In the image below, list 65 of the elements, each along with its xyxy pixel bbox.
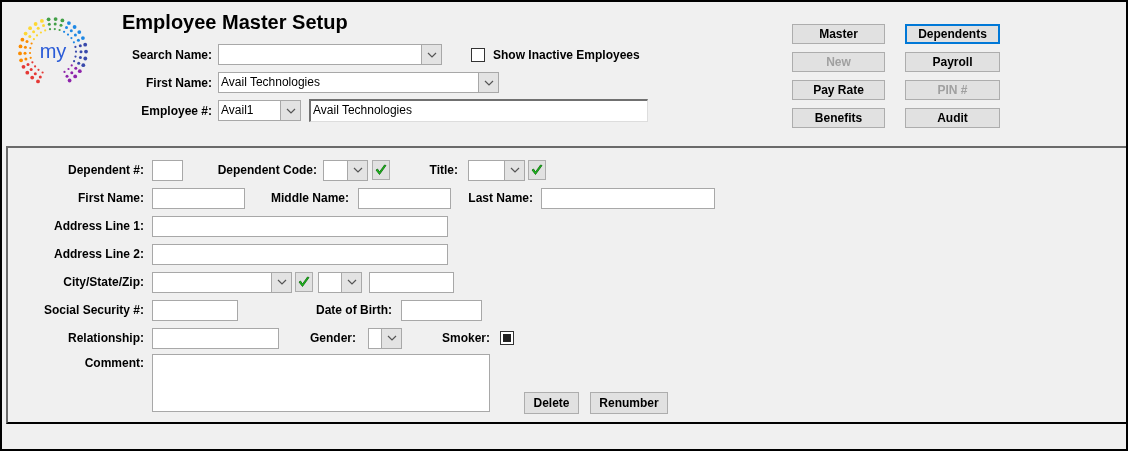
text-field[interactable] <box>401 299 482 321</box>
field-label: Relationship: <box>67 330 145 347</box>
field-label: Comment: <box>83 355 145 372</box>
check-button[interactable] <box>528 160 546 180</box>
field-label: Social Security #: <box>42 302 145 319</box>
action-button[interactable]: Renumber <box>590 392 668 414</box>
employee-combo-box[interactable]: Avail1 <box>218 100 301 121</box>
text-field[interactable] <box>152 215 448 237</box>
check-button[interactable] <box>372 160 390 180</box>
combo-box[interactable] <box>323 159 368 181</box>
checkmark-icon <box>531 164 543 176</box>
chevron-down-icon <box>276 279 287 285</box>
text-field[interactable] <box>369 271 454 293</box>
checkbox-label: Show Inactive Employees <box>493 46 640 64</box>
chevron-down-icon <box>352 167 363 173</box>
checkmark-icon <box>298 276 310 288</box>
combo-box[interactable] <box>468 159 525 181</box>
text-field[interactable] <box>152 187 245 209</box>
text-field[interactable] <box>541 187 715 209</box>
chevron-down-icon <box>483 79 494 86</box>
field-label: Smoker: <box>440 330 491 347</box>
nav-button[interactable]: Pay Rate <box>792 80 885 100</box>
text-field[interactable] <box>152 299 238 321</box>
nav-button[interactable]: Dependents <box>905 24 1000 44</box>
search-combo-box[interactable] <box>218 44 442 65</box>
field-label: Employee #: <box>140 102 213 120</box>
chevron-down-icon <box>426 51 437 58</box>
checkmark-icon <box>375 164 387 176</box>
logo: my <box>14 12 92 92</box>
field-label: First Name: <box>144 74 213 92</box>
field-label: Last Name: <box>467 190 534 207</box>
field-label: Address Line 1: <box>52 218 145 235</box>
field-label: Dependent #: <box>67 162 145 179</box>
field-label: Dependent Code: <box>216 162 318 179</box>
field-label: Middle Name: <box>270 190 350 207</box>
nav-button[interactable]: Audit <box>905 108 1000 128</box>
field-label: Search Name: <box>130 46 213 64</box>
combo-box[interactable] <box>318 271 362 293</box>
name-combo-box[interactable]: Avail Technologies <box>218 72 499 93</box>
checkbox[interactable] <box>471 47 485 62</box>
chevron-down-icon <box>509 167 520 173</box>
text-field[interactable] <box>152 159 183 181</box>
comment-field[interactable] <box>152 354 490 412</box>
text-field[interactable] <box>152 243 448 265</box>
field-label: First Name: <box>76 190 145 207</box>
chevron-down-icon <box>285 107 296 114</box>
text-field[interactable] <box>152 327 279 349</box>
window-title: Employee Master Setup <box>122 10 348 34</box>
check-button[interactable] <box>295 272 313 292</box>
text-field[interactable] <box>358 187 451 209</box>
chevron-down-icon <box>346 279 357 285</box>
combo-box[interactable] <box>368 327 402 349</box>
action-button[interactable]: Delete <box>524 392 579 414</box>
field-label: Gender: <box>309 330 357 347</box>
chevron-down-icon <box>386 335 397 341</box>
nav-button[interactable]: Payroll <box>905 52 1000 72</box>
combo-box[interactable] <box>152 271 292 293</box>
nav-button[interactable]: Benefits <box>792 108 885 128</box>
employee-name-field[interactable]: Avail Technologies <box>309 99 648 122</box>
checkbox[interactable] <box>500 331 514 345</box>
field-label: City/State/Zip: <box>62 274 145 291</box>
field-label: Title: <box>428 162 459 179</box>
field-label: Date of Birth: <box>315 302 393 319</box>
field-label: Address Line 2: <box>52 246 145 263</box>
nav-button[interactable]: Master <box>792 24 885 44</box>
